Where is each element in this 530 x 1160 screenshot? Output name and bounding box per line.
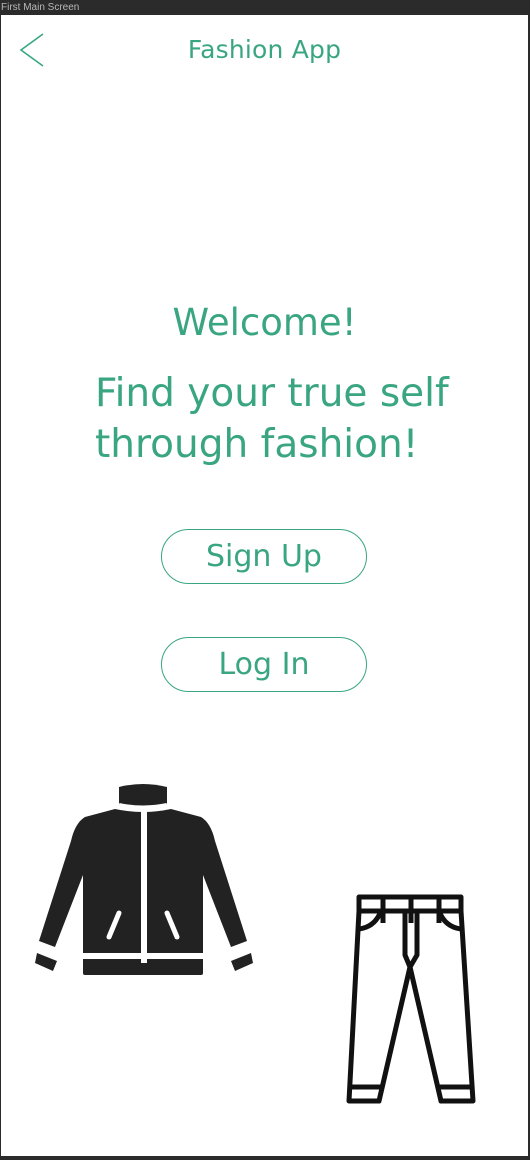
log-in-button[interactable]: Log In	[161, 637, 367, 692]
tagline: Find your true self through fashion!	[95, 368, 515, 470]
frame-label: First Main Screen	[1, 2, 80, 13]
sign-up-button[interactable]: Sign Up	[161, 529, 367, 584]
tagline-line-1: Find your true self	[95, 371, 449, 416]
app-screen: Fashion App Welcome! Find your true self…	[1, 15, 528, 1156]
welcome-heading: Welcome!	[172, 301, 357, 344]
pants-icon	[346, 894, 476, 1104]
tagline-line-2: through fashion!	[95, 422, 419, 467]
app-title: Fashion App	[187, 35, 342, 64]
jacket-icon	[35, 784, 253, 975]
